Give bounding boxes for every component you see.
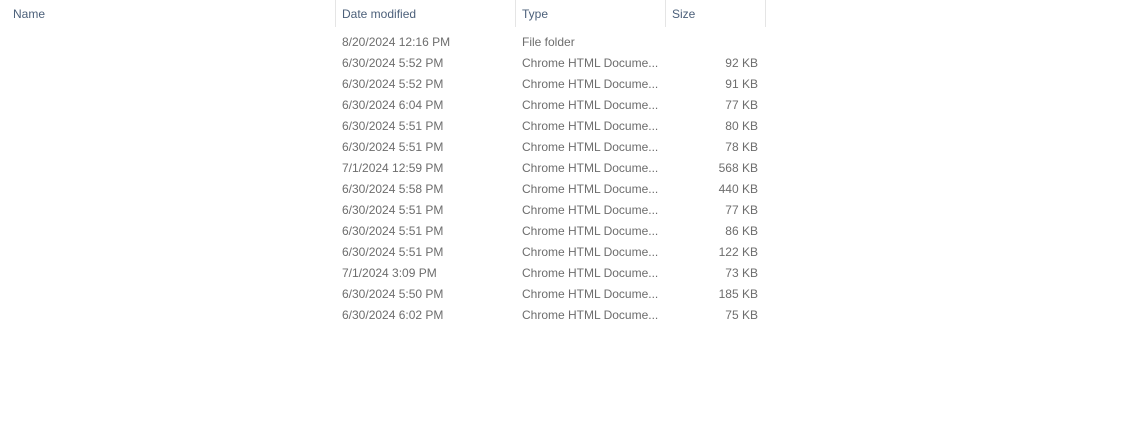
file-date-modified: 6/30/2024 5:51 PM [342, 119, 444, 133]
file-row[interactable]: shop.html6/30/2024 5:50 PMChrome HTML Do… [0, 284, 766, 305]
file-row[interactable]: contact.html6/30/2024 5:51 PMChrome HTML… [0, 137, 766, 158]
file-date-modified: 6/30/2024 5:50 PM [342, 287, 444, 301]
file-type: Chrome HTML Docume... [522, 182, 659, 196]
column-header-type[interactable]: Type [516, 0, 666, 27]
file-type: Chrome HTML Docume... [522, 245, 659, 259]
file-row[interactable]: index.html7/1/2024 12:59 PMChrome HTML D… [0, 158, 766, 179]
file-size: 568 KB [718, 161, 758, 175]
file-size: 440 KB [718, 182, 758, 196]
file-size: 78 KB [725, 140, 758, 154]
file-list: assets8/20/2024 12:16 PMFile folderabout… [0, 32, 766, 326]
file-type: Chrome HTML Docume... [522, 140, 659, 154]
file-type: Chrome HTML Docume... [522, 98, 659, 112]
file-row[interactable]: checkout.html6/30/2024 5:51 PMChrome HTM… [0, 116, 766, 137]
column-header-date-label: Date modified [342, 7, 417, 21]
file-row[interactable]: product-details.html6/30/2024 5:51 PMChr… [0, 242, 766, 263]
file-size: 80 KB [725, 119, 758, 133]
file-row[interactable]: privacy-policy.html6/30/2024 5:51 PMChro… [0, 221, 766, 242]
file-date-modified: 8/20/2024 12:16 PM [342, 35, 451, 49]
file-date-modified: 6/30/2024 5:51 PM [342, 140, 444, 154]
file-row[interactable]: index-2.html6/30/2024 5:58 PMChrome HTML… [0, 179, 766, 200]
column-header-date-modified[interactable]: Date modified [336, 0, 516, 27]
file-type: Chrome HTML Docume... [522, 56, 659, 70]
file-row[interactable]: cart.html6/30/2024 6:04 PMChrome HTML Do… [0, 95, 766, 116]
column-header-size[interactable]: Size [666, 0, 766, 27]
file-date-modified: 6/30/2024 6:04 PM [342, 98, 444, 112]
file-date-modified: 6/30/2024 5:52 PM [342, 56, 444, 70]
file-size: 77 KB [725, 203, 758, 217]
file-type: Chrome HTML Docume... [522, 266, 659, 280]
file-date-modified: 6/30/2024 5:51 PM [342, 224, 444, 238]
column-header-row: Name Date modified Type Size [0, 0, 766, 27]
file-size: 73 KB [725, 266, 758, 280]
file-date-modified: 7/1/2024 12:59 PM [342, 161, 444, 175]
column-header-name[interactable]: Name [0, 0, 336, 27]
file-size: 185 KB [718, 287, 758, 301]
file-type: File folder [522, 35, 575, 49]
file-row[interactable]: order-details.html6/30/2024 5:51 PMChrom… [0, 200, 766, 221]
file-row[interactable]: register.html7/1/2024 3:09 PMChrome HTML… [0, 263, 766, 284]
file-size: 86 KB [725, 224, 758, 238]
file-type: Chrome HTML Docume... [522, 308, 659, 322]
file-date-modified: 6/30/2024 5:58 PM [342, 182, 444, 196]
column-header-size-label: Size [672, 7, 696, 21]
file-size: 91 KB [725, 77, 758, 91]
file-date-modified: 7/1/2024 3:09 PM [342, 266, 437, 280]
file-type: Chrome HTML Docume... [522, 77, 659, 91]
file-row[interactable]: about.html6/30/2024 5:52 PMChrome HTML D… [0, 53, 766, 74]
file-date-modified: 6/30/2024 6:02 PM [342, 308, 444, 322]
file-type: Chrome HTML Docume... [522, 161, 659, 175]
column-header-type-label: Type [522, 7, 549, 21]
file-row[interactable]: account.html6/30/2024 5:52 PMChrome HTML… [0, 74, 766, 95]
file-size: 75 KB [725, 308, 758, 322]
file-size: 92 KB [725, 56, 758, 70]
file-row[interactable]: assets8/20/2024 12:16 PMFile folder [0, 32, 766, 53]
file-date-modified: 6/30/2024 5:52 PM [342, 77, 444, 91]
file-date-modified: 6/30/2024 5:51 PM [342, 245, 444, 259]
column-header-name-label: Name [13, 7, 46, 21]
file-type: Chrome HTML Docume... [522, 224, 659, 238]
file-type: Chrome HTML Docume... [522, 203, 659, 217]
sort-ascending-icon [168, 0, 178, 1]
file-type: Chrome HTML Docume... [522, 287, 659, 301]
file-type: Chrome HTML Docume... [522, 119, 659, 133]
file-date-modified: 6/30/2024 5:51 PM [342, 203, 444, 217]
file-row[interactable]: wishlist.html6/30/2024 6:02 PMChrome HTM… [0, 305, 766, 326]
file-size: 77 KB [725, 98, 758, 112]
file-size: 122 KB [718, 245, 758, 259]
